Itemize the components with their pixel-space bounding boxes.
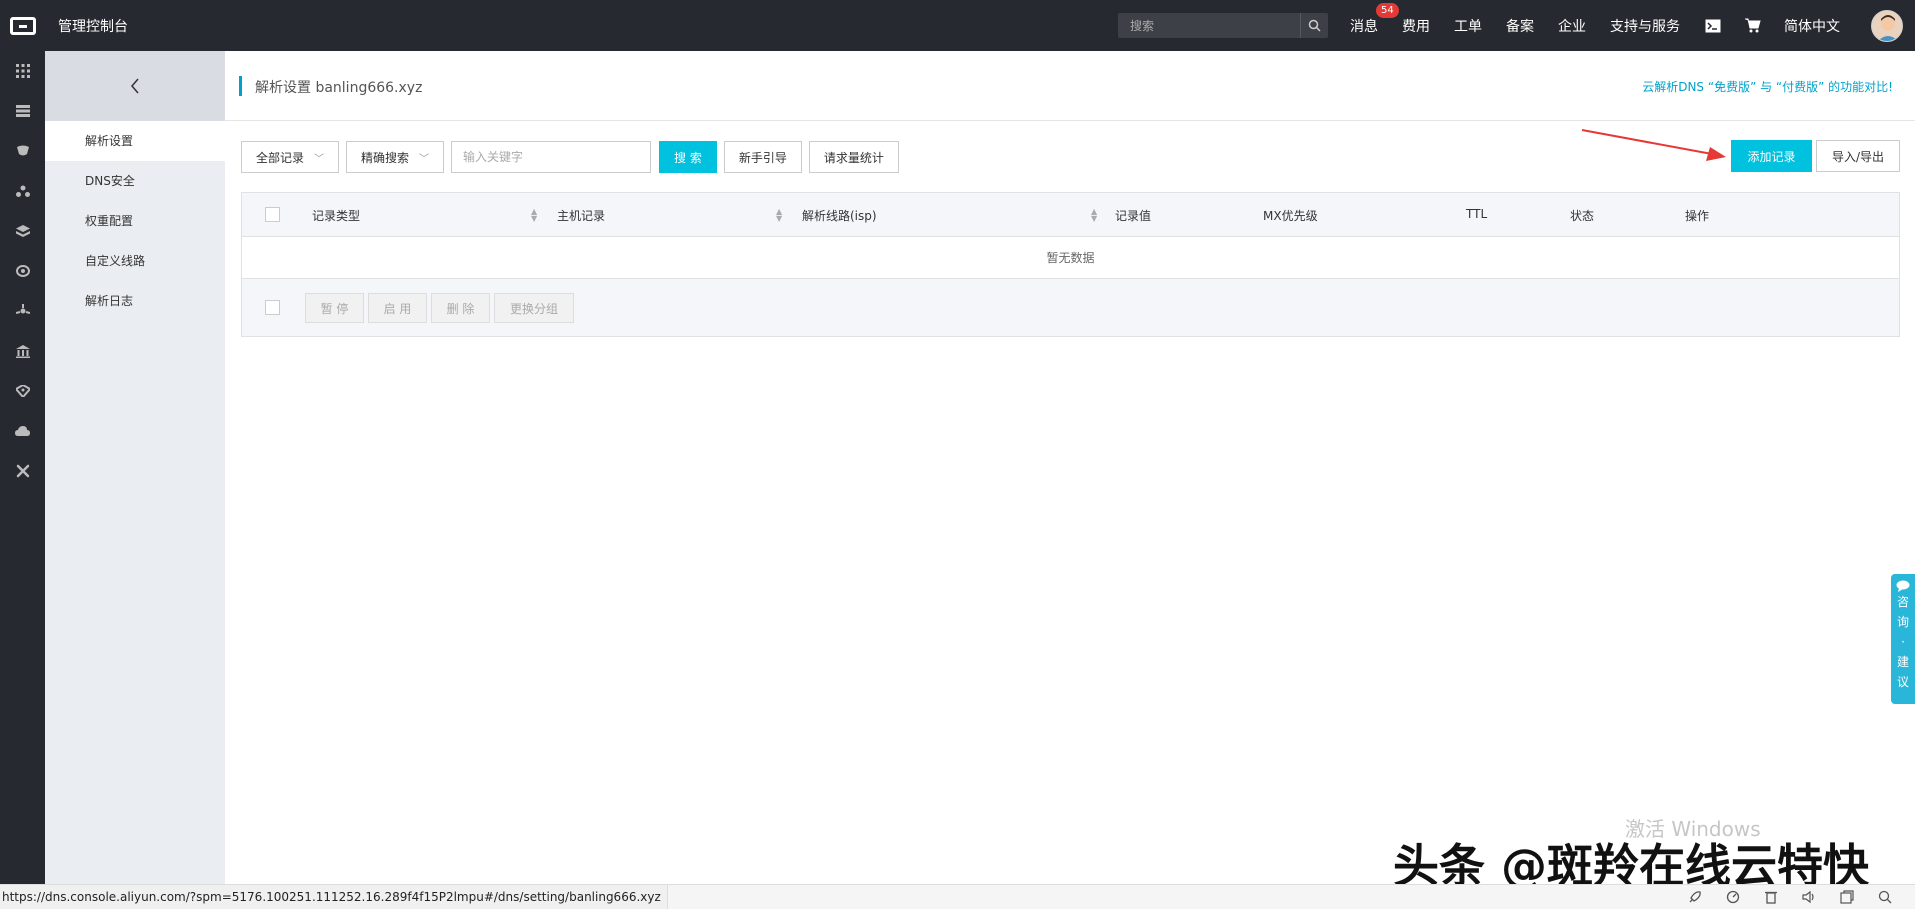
chevron-down-icon: ﹀ bbox=[314, 153, 325, 165]
delete-button[interactable]: 删 除 bbox=[431, 293, 490, 323]
float-tab-char: 议 bbox=[1896, 675, 1909, 689]
nav-billing[interactable]: 费用 bbox=[1402, 16, 1430, 36]
database-icon[interactable] bbox=[0, 131, 45, 171]
messages-count-badge: 54 bbox=[1376, 2, 1399, 18]
record-filter-select[interactable]: 全部记录 ﹀ bbox=[241, 141, 340, 173]
record-filter-value: 全部记录 bbox=[256, 150, 305, 165]
sort-icon[interactable]: ▲ ▼ bbox=[531, 208, 537, 223]
nav-messages-label: 消息 bbox=[1350, 18, 1378, 35]
empty-state: 暂无数据 bbox=[242, 237, 1899, 279]
col-line: 解析线路(isp) bbox=[802, 209, 877, 223]
record-actions: 添加记录 导入/导出 bbox=[1727, 140, 1900, 172]
top-nav: 消息 54 费用 工单 备案 企业 支持与服务 简体中文 bbox=[1350, 0, 1864, 51]
sort-icon[interactable]: ▲ ▼ bbox=[776, 208, 782, 223]
guide-button[interactable]: 新手引导 bbox=[723, 141, 802, 173]
search-mode-select[interactable]: 精确搜索 ﹀ bbox=[346, 141, 445, 173]
bank-icon[interactable] bbox=[0, 331, 45, 371]
window-icon[interactable] bbox=[1839, 889, 1855, 905]
cart-icon[interactable] bbox=[1744, 17, 1762, 35]
col-actions: 操作 bbox=[1685, 209, 1710, 223]
col-mx: MX优先级 bbox=[1263, 209, 1318, 223]
col-host: 主机记录 bbox=[557, 209, 606, 223]
change-group-button[interactable]: 更换分组 bbox=[494, 293, 574, 323]
float-tab-char: 询 bbox=[1896, 615, 1909, 629]
storage-icon[interactable] bbox=[0, 211, 45, 251]
search-mode-value: 精确搜索 bbox=[361, 150, 410, 165]
import-export-button[interactable]: 导入/导出 bbox=[1816, 140, 1900, 172]
float-tab-char: · bbox=[1901, 635, 1905, 649]
grid-icon[interactable] bbox=[0, 51, 45, 91]
sidebar-item-dns-security[interactable]: DNS安全 bbox=[45, 161, 225, 201]
collapse-sidebar-button[interactable] bbox=[45, 51, 225, 121]
sort-icon[interactable]: ▲ ▼ bbox=[1091, 208, 1097, 223]
volume-icon[interactable] bbox=[1801, 889, 1817, 905]
col-status: 状态 bbox=[1570, 209, 1595, 223]
top-navbar: 管理控制台 消息 54 费用 工单 备案 企业 支持与服务 简体中文 bbox=[0, 0, 1915, 51]
product-rail bbox=[0, 51, 45, 909]
sidebar-item-weight-config[interactable]: 权重配置 bbox=[45, 201, 225, 241]
records-table: 记录类型 ▲ ▼ 主机记录 ▲ ▼ 解析线路(isp) ▲ ▼ 记录值 MX优先级 T… bbox=[241, 192, 1900, 337]
bulk-action-bar: 暂 停 启 用 删 除 更换分组 bbox=[242, 279, 1899, 336]
dns-sidebar: 解析设置 DNS安全 权重配置 自定义线路 解析日志 bbox=[45, 51, 225, 884]
tools-icon[interactable] bbox=[0, 451, 45, 491]
main-content: 解析设置 banling666.xyz 云解析DNS “免费版” 与 “付费版”… bbox=[225, 51, 1915, 884]
browser-status-bar: https://dns.console.aliyun.com/?spm=5176… bbox=[0, 884, 1915, 909]
nav-tickets[interactable]: 工单 bbox=[1454, 16, 1482, 36]
nav-enterprise[interactable]: 企业 bbox=[1558, 16, 1586, 36]
chevron-left-icon bbox=[131, 78, 139, 94]
table-header: 记录类型 ▲ ▼ 主机记录 ▲ ▼ 解析线路(isp) ▲ ▼ 记录值 MX优先级 T… bbox=[242, 193, 1899, 237]
user-avatar[interactable] bbox=[1871, 10, 1903, 42]
page-title: 解析设置 banling666.xyz bbox=[255, 80, 423, 96]
cloud-icon[interactable] bbox=[0, 411, 45, 451]
nav-support[interactable]: 支持与服务 bbox=[1610, 16, 1680, 36]
sidebar-item-dns-settings[interactable]: 解析设置 bbox=[45, 121, 225, 161]
speed-icon[interactable] bbox=[1725, 889, 1741, 905]
nav-icp[interactable]: 备案 bbox=[1506, 16, 1534, 36]
shield-icon[interactable] bbox=[0, 371, 45, 411]
sidebar-item-dns-logs[interactable]: 解析日志 bbox=[45, 281, 225, 321]
float-tab-char: 建 bbox=[1896, 655, 1909, 669]
col-ttl: TTL bbox=[1466, 207, 1488, 221]
monitor-icon[interactable] bbox=[0, 251, 45, 291]
cluster-icon[interactable] bbox=[0, 291, 45, 331]
enable-button[interactable]: 启 用 bbox=[368, 293, 427, 323]
console-title[interactable]: 管理控制台 bbox=[58, 16, 128, 36]
float-tab-char: 咨 bbox=[1896, 595, 1909, 609]
record-toolbar: 全部记录 ﹀ 精确搜索 ﹀ 搜 索 新手引导 请求量统计 bbox=[241, 140, 906, 174]
top-search bbox=[1118, 13, 1328, 38]
col-record-type: 记录类型 bbox=[312, 209, 361, 223]
add-record-button[interactable]: 添加记录 bbox=[1731, 140, 1812, 172]
annotation-arrow bbox=[1581, 129, 1726, 161]
chevron-down-icon: ﹀ bbox=[419, 153, 430, 165]
search-icon[interactable] bbox=[1300, 13, 1328, 38]
network-icon[interactable] bbox=[0, 171, 45, 211]
feedback-float-tab[interactable]: 咨 询 · 建 议 bbox=[1891, 574, 1915, 704]
trash-icon[interactable] bbox=[1763, 889, 1779, 905]
nav-messages[interactable]: 消息 54 bbox=[1350, 2, 1399, 36]
aliyun-logo-icon[interactable] bbox=[0, 0, 45, 51]
terminal-icon[interactable] bbox=[1704, 17, 1722, 35]
title-accent-bar bbox=[239, 76, 242, 96]
version-compare-link[interactable]: 云解析DNS “免费版” 与 “付费版” 的功能对比! bbox=[1642, 78, 1893, 95]
server-icon[interactable] bbox=[0, 91, 45, 131]
page-header: 解析设置 banling666.xyz 云解析DNS “免费版” 与 “付费版”… bbox=[225, 51, 1915, 121]
search-button[interactable]: 搜 索 bbox=[659, 141, 717, 173]
status-url: https://dns.console.aliyun.com/?spm=5176… bbox=[0, 885, 668, 909]
request-stats-button[interactable]: 请求量统计 bbox=[808, 141, 899, 173]
sidebar-item-custom-lines[interactable]: 自定义线路 bbox=[45, 241, 225, 281]
zoom-icon[interactable] bbox=[1877, 889, 1893, 905]
top-search-input[interactable] bbox=[1118, 13, 1300, 38]
col-value: 记录值 bbox=[1115, 209, 1152, 223]
rocket-icon[interactable] bbox=[1687, 889, 1703, 905]
pause-button[interactable]: 暂 停 bbox=[305, 293, 364, 323]
select-all-checkbox[interactable] bbox=[265, 207, 280, 222]
bulk-select-checkbox[interactable] bbox=[265, 300, 280, 315]
keyword-input[interactable] bbox=[451, 141, 652, 173]
chat-icon bbox=[1896, 580, 1910, 592]
nav-language[interactable]: 简体中文 bbox=[1784, 16, 1840, 36]
status-icons bbox=[1665, 889, 1893, 905]
